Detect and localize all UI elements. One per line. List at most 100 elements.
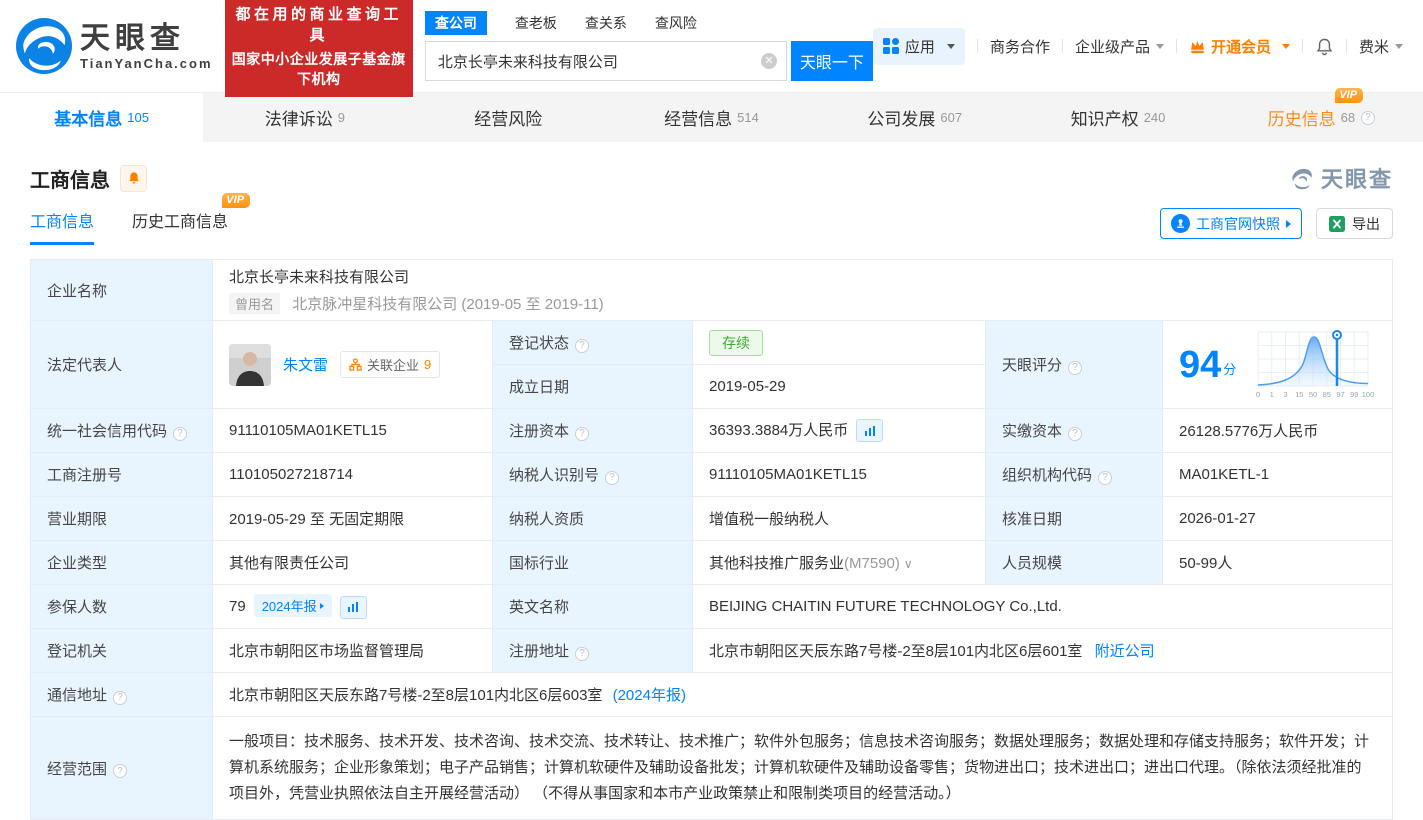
apps-grid-icon xyxy=(882,38,899,54)
legal-rep-avatar[interactable] xyxy=(229,343,271,386)
search-area: 查公司 查老板 查关系 查风险 ✕ 天眼一下 xyxy=(424,11,873,81)
export-button[interactable]: 导出 xyxy=(1316,208,1393,239)
tianyancha-logo[interactable]: 天眼查 TianYanCha.com xyxy=(16,18,213,74)
main-tabbar: 基本信息 105 法律诉讼 9 经营风险 经营信息 514 公司发展 607 知… xyxy=(0,88,1423,142)
subtab-business-registration[interactable]: 工商信息 xyxy=(30,208,95,245)
nav-open-vip[interactable]: 开通会员 xyxy=(1189,36,1290,57)
taxpayer-quality-label: 纳税人资质 xyxy=(492,496,693,541)
tab-count: 607 xyxy=(940,110,963,125)
subscribe-bell-button[interactable] xyxy=(120,164,147,192)
nav-apps[interactable]: 应用 xyxy=(872,27,965,65)
registration-authority: 北京市朝阳区市场监督管理局 xyxy=(212,628,493,673)
table-row: 通信地址? 北京市朝阳区天辰东路7号楼-2至8层101内北区6层603室 (20… xyxy=(30,672,1393,717)
related-companies-badge[interactable]: 关联企业 9 xyxy=(340,351,441,378)
tab-business-info[interactable]: 经营信息 514 xyxy=(610,93,813,142)
nav-business-cooperation[interactable]: 商务合作 xyxy=(990,36,1050,57)
nearby-companies-link[interactable]: 附近公司 xyxy=(1095,643,1155,660)
tab-label: 经营风险 xyxy=(474,110,543,129)
business-term: 2019-05-29 至 无固定期限 xyxy=(212,496,493,541)
tab-count: 514 xyxy=(737,110,759,125)
annual-report-badge[interactable]: 2024年报 xyxy=(253,594,332,618)
watermark-text: 天眼查 xyxy=(1320,167,1393,192)
help-icon[interactable]: ? xyxy=(1098,470,1113,485)
nav-enterprise-products[interactable]: 企业级产品 xyxy=(1075,36,1164,57)
search-tab-risk[interactable]: 查风险 xyxy=(655,13,697,33)
tab-count: 9 xyxy=(337,110,346,125)
tab-operational-risk[interactable]: 经营风险 xyxy=(407,93,610,142)
business-scope: 一般项目：技术服务、技术开发、技术咨询、技术交流、技术转让、技术推广；软件外包服… xyxy=(229,733,1370,802)
establish-date-label: 成立日期 xyxy=(492,364,693,409)
tab-company-development[interactable]: 公司发展 607 xyxy=(813,93,1016,142)
approval-date-label: 核准日期 xyxy=(985,496,1163,541)
watermark-logo: 天眼查 xyxy=(1289,162,1393,194)
nav-divider xyxy=(1345,39,1347,53)
org-code: MA01KETL-1 xyxy=(1162,452,1393,497)
help-icon[interactable]: ? xyxy=(113,764,128,778)
help-icon[interactable]: ? xyxy=(575,646,590,661)
help-icon[interactable]: ? xyxy=(1361,110,1376,125)
nav-divider xyxy=(1061,39,1063,53)
help-icon[interactable]: ? xyxy=(605,470,620,485)
org-chart-icon xyxy=(349,358,362,371)
svg-text:99: 99 xyxy=(1350,390,1358,399)
help-icon[interactable]: ? xyxy=(1068,426,1083,441)
subtab-row: 工商信息 历史工商信息 VIP 工商官网快照 导出 xyxy=(0,193,1423,245)
company-type-label: 企业类型 xyxy=(30,540,213,585)
clear-search-icon[interactable]: ✕ xyxy=(760,53,777,69)
registration-no-label: 工商注册号 xyxy=(30,452,213,497)
tab-intellectual-property[interactable]: 知识产权 240 xyxy=(1016,93,1219,142)
reg-status-label: 登记状态? xyxy=(492,320,693,365)
chevron-down-icon xyxy=(1395,43,1403,49)
chevron-down-icon[interactable]: ∨ xyxy=(904,557,913,571)
search-tab-company[interactable]: 查公司 xyxy=(424,11,487,35)
industry: 其他科技推广服务业 xyxy=(709,555,845,572)
taxpayer-quality: 增值税一般纳税人 xyxy=(692,496,986,541)
annual-report-link[interactable]: (2024年报) xyxy=(613,687,686,704)
search-input[interactable] xyxy=(424,41,787,81)
official-snapshot-button[interactable]: 工商官网快照 xyxy=(1160,208,1302,239)
tab-legal-proceedings[interactable]: 法律诉讼 9 xyxy=(203,93,406,142)
official-snapshot-label: 工商官网快照 xyxy=(1196,215,1280,232)
nav-open-vip-label: 开通会员 xyxy=(1210,38,1271,56)
help-icon[interactable]: ? xyxy=(575,338,590,353)
subtab-label: 历史工商信息 xyxy=(132,214,229,231)
related-companies-count: 9 xyxy=(424,357,432,372)
nav-apps-label: 应用 xyxy=(904,38,935,56)
tab-label: 法律诉讼 xyxy=(264,110,333,129)
help-icon[interactable]: ? xyxy=(575,426,590,441)
mailing-address: 北京市朝阳区天辰东路7号楼-2至8层101内北区6层603室 xyxy=(229,687,603,704)
svg-text:97: 97 xyxy=(1337,390,1345,399)
company-type: 其他有限责任公司 xyxy=(212,540,493,585)
tab-basic-info[interactable]: 基本信息 105 xyxy=(0,93,204,142)
paidin-capital-label: 实缴资本? xyxy=(985,408,1163,453)
related-companies-label: 关联企业 xyxy=(367,358,420,373)
search-tab-relation[interactable]: 查关系 xyxy=(585,13,627,33)
insured-chart-button[interactable] xyxy=(339,595,367,619)
tab-history-info[interactable]: 历史信息 68 VIP ? xyxy=(1220,88,1423,142)
legal-rep-name-link[interactable]: 朱文雷 xyxy=(283,354,328,375)
capital-chart-button[interactable] xyxy=(856,419,884,443)
taxpayer-id-label: 纳税人识别号? xyxy=(492,452,693,497)
watermark-logo-icon xyxy=(1292,168,1312,190)
chevron-down-icon xyxy=(946,43,955,49)
search-button[interactable]: 天眼一下 xyxy=(790,41,873,81)
english-name: BEIJING CHAITIN FUTURE TECHNOLOGY Co.,Lt… xyxy=(692,584,1393,629)
tab-count: 105 xyxy=(127,110,149,125)
search-tab-boss[interactable]: 查老板 xyxy=(515,13,557,33)
help-icon[interactable]: ? xyxy=(1068,360,1083,375)
help-icon[interactable]: ? xyxy=(113,690,128,705)
help-icon[interactable]: ? xyxy=(173,426,188,441)
table-row: 参保人数 79 2024年报 英文名称 BEIJING CHAITIN FUTUR… xyxy=(30,584,1393,629)
nav-user-menu[interactable]: 费米 xyxy=(1359,36,1403,57)
former-name-badge: 曾用名 xyxy=(229,293,281,314)
credit-code-label: 统一社会信用代码? xyxy=(30,408,213,453)
chevron-right-icon xyxy=(1286,219,1291,228)
bar-chart-icon xyxy=(864,425,875,436)
business-info-table: 企业名称 北京长亭未来科技有限公司 曾用名 北京脉冲星科技有限公司 (2019-… xyxy=(30,259,1393,820)
subtab-history-registration[interactable]: 历史工商信息 VIP xyxy=(132,193,251,245)
table-row: 企业名称 北京长亭未来科技有限公司 曾用名 北京脉冲星科技有限公司 (2019-… xyxy=(30,259,1393,321)
notifications-bell[interactable] xyxy=(1315,37,1334,56)
company-name-label: 企业名称 xyxy=(30,259,213,321)
bell-icon xyxy=(128,172,139,184)
paidin-capital: 26128.5776万人民币 xyxy=(1162,408,1393,453)
